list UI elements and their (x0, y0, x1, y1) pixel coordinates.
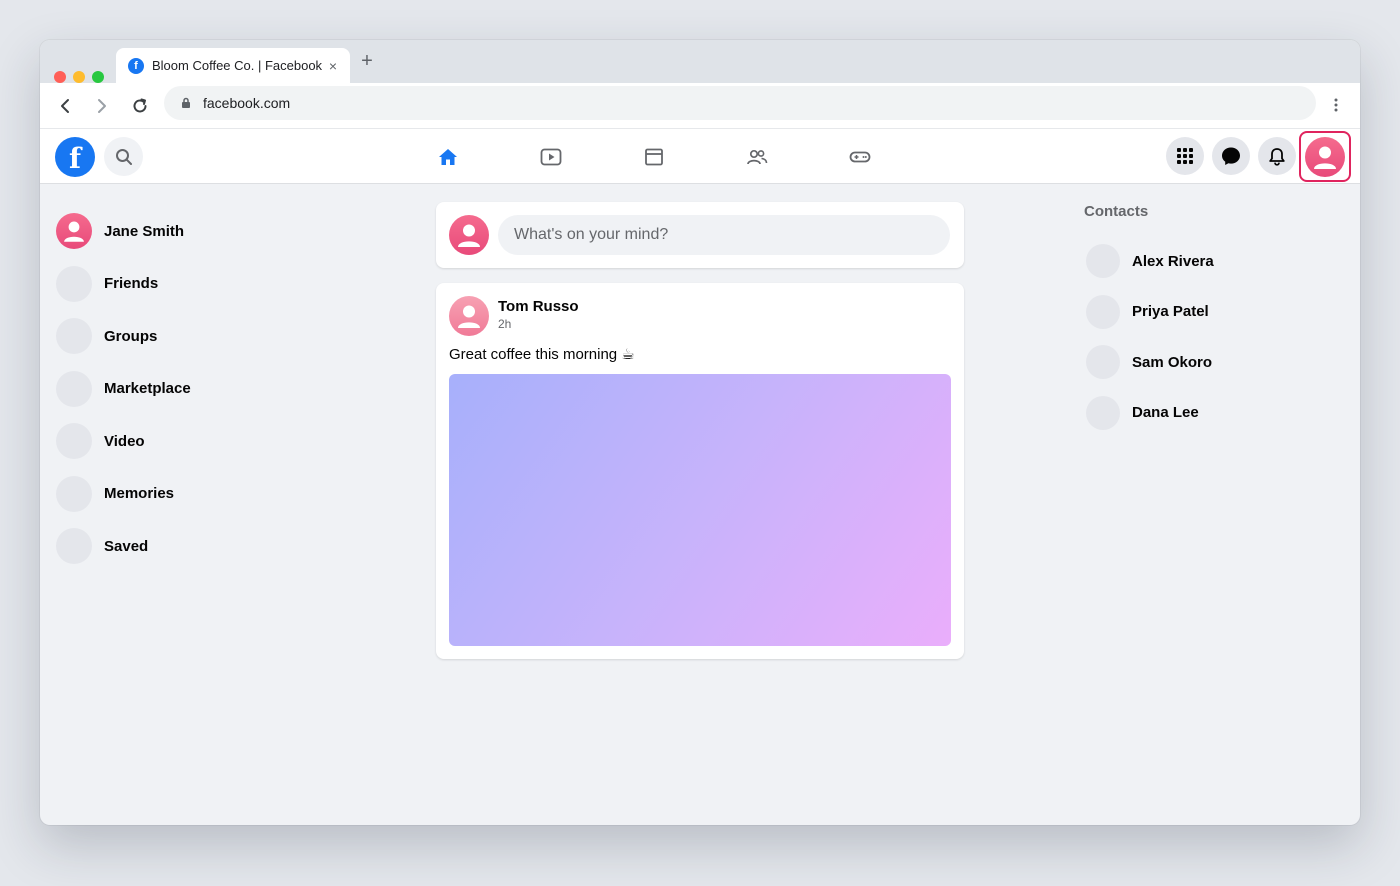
nav-gaming[interactable] (844, 141, 876, 173)
tab-close-icon[interactable]: × (324, 58, 342, 74)
contact-item[interactable]: Dana Lee (1084, 388, 1324, 439)
sidebar-item-groups[interactable]: Groups (56, 310, 356, 363)
video-icon (56, 423, 92, 460)
sidebar-item-profile[interactable]: Jane Smith (56, 205, 356, 258)
sidebar-item-label: Saved (104, 537, 149, 555)
sidebar-item-label: Memories (104, 485, 175, 503)
nav-video[interactable] (535, 141, 567, 173)
avatar (56, 213, 92, 250)
notifications-icon (1269, 147, 1285, 166)
contact-name: Dana Lee (1132, 404, 1199, 422)
contacts-title: Contacts (1084, 203, 1149, 220)
contact-name: Priya Patel (1132, 303, 1209, 321)
facebook-favicon-icon: f (128, 57, 144, 74)
window-controls (54, 71, 104, 83)
kebab-menu-icon (1334, 98, 1338, 112)
nav-groups[interactable] (741, 141, 773, 173)
post-author-avatar[interactable] (449, 296, 489, 336)
sidebar-item-memories[interactable]: Memories (56, 468, 356, 521)
nav-marketplace[interactable] (638, 141, 670, 173)
marketplace-icon (645, 148, 663, 166)
menu-button[interactable] (1166, 137, 1204, 175)
reload-icon (133, 98, 147, 113)
nav-home[interactable] (432, 141, 464, 173)
groups-icon (747, 149, 768, 165)
user-avatar (1305, 136, 1345, 177)
contacts-panel: Contacts Alex Rivera Priya Patel Sam Oko… (1084, 203, 1324, 438)
close-window-button[interactable] (54, 71, 66, 83)
avatar (449, 215, 489, 255)
composer-input[interactable]: What's on your mind? (498, 215, 950, 255)
lock-icon (182, 97, 190, 108)
browser-tab[interactable]: f Bloom Coffee Co. | Facebook × (116, 48, 350, 83)
contact-name: Sam Okoro (1132, 353, 1213, 371)
sidebar-item-label: Marketplace (104, 380, 191, 398)
avatar (1086, 395, 1120, 430)
minimize-window-button[interactable] (73, 71, 85, 83)
browser-window: f Bloom Coffee Co. | Facebook × + facebo… (40, 40, 1360, 825)
tab-title: Bloom Coffee Co. | Facebook (152, 58, 323, 73)
memories-icon (56, 475, 92, 512)
menu-grid-icon (1177, 148, 1193, 164)
contact-item[interactable]: Alex Rivera (1084, 236, 1324, 287)
contact-item[interactable]: Priya Patel (1084, 287, 1324, 338)
contact-name: Alex Rivera (1132, 252, 1214, 270)
feed-post: Tom Russo 2h Great coffee this morning ☕ (436, 283, 964, 659)
sidebar-item-video[interactable]: Video (56, 415, 356, 468)
post-text: Great coffee this morning ☕ (449, 346, 635, 363)
forward-arrow-icon (98, 99, 106, 113)
sidebar-item-friends[interactable]: Friends (56, 258, 356, 311)
account-profile-button[interactable] (1299, 131, 1351, 182)
person-icon (1314, 146, 1336, 169)
contact-item[interactable]: Sam Okoro (1084, 337, 1324, 388)
sidebar-item-label: Groups (104, 327, 158, 345)
search-icon (115, 148, 132, 165)
video-icon (540, 148, 562, 166)
groups-icon (56, 318, 92, 355)
back-button[interactable] (53, 94, 77, 118)
person-icon (64, 221, 84, 243)
maximize-window-button[interactable] (92, 71, 104, 83)
avatar (1086, 244, 1120, 279)
avatar (1086, 294, 1120, 329)
url-text: facebook.com (203, 95, 291, 111)
avatar (1086, 345, 1120, 380)
reload-button[interactable] (128, 94, 152, 118)
sidebar-item-label: Video (104, 432, 145, 450)
notifications-button[interactable] (1258, 137, 1296, 175)
address-bar[interactable]: facebook.com (164, 86, 1316, 120)
sidebar-item-marketplace[interactable]: Marketplace (56, 363, 356, 416)
sidebar-item-label: Jane Smith (104, 222, 185, 240)
post-author-name[interactable]: Tom Russo (498, 298, 579, 315)
gaming-icon (849, 151, 871, 163)
facebook-header: f (40, 129, 1360, 184)
messenger-icon (1222, 147, 1240, 165)
marketplace-icon (56, 370, 92, 407)
post-composer: What's on your mind? (436, 202, 964, 268)
new-tab-button[interactable]: + (356, 50, 378, 72)
person-icon (458, 224, 480, 247)
post-timestamp[interactable]: 2h (498, 317, 511, 331)
left-sidebar: Jane Smith Friends Groups Marketplace Vi… (56, 205, 356, 573)
person-icon (458, 305, 480, 328)
search-button[interactable] (104, 137, 143, 176)
forward-button[interactable] (90, 94, 114, 118)
tab-strip: f Bloom Coffee Co. | Facebook × + (40, 40, 1360, 83)
browser-menu-button[interactable] (1326, 95, 1346, 115)
post-image[interactable] (449, 374, 951, 646)
facebook-logo[interactable]: f (55, 137, 95, 177)
saved-icon (56, 528, 92, 565)
friends-icon (56, 265, 92, 302)
back-arrow-icon (61, 99, 69, 113)
sidebar-item-saved[interactable]: Saved (56, 520, 356, 573)
sidebar-item-label: Friends (104, 275, 159, 293)
home-icon (439, 149, 457, 165)
messenger-button[interactable] (1212, 137, 1250, 175)
